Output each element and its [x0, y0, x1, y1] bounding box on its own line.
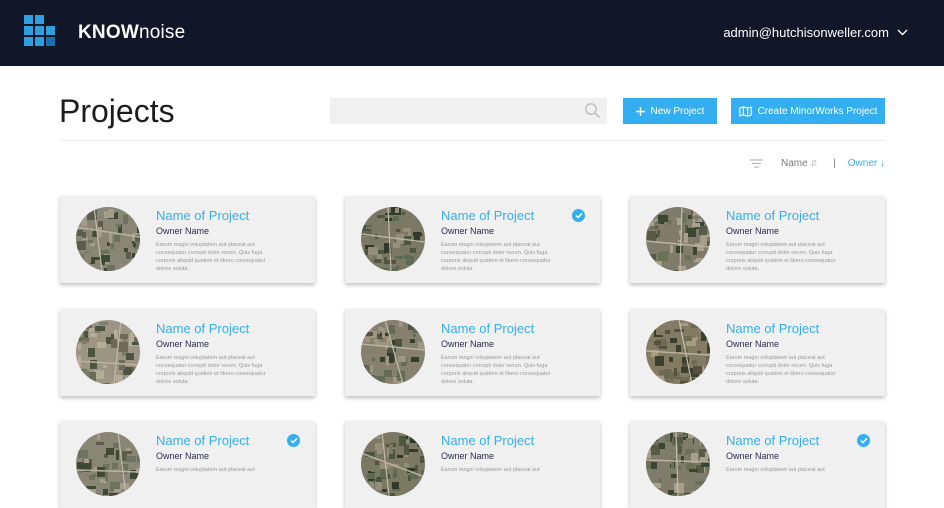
app-brand[interactable]: KNOWnoise — [78, 22, 185, 44]
project-name[interactable]: Name of Project — [156, 433, 249, 448]
project-card[interactable]: Name of Project Owner Name Earum magni vol… — [345, 421, 600, 508]
project-description: Earum magni voluptatem aut placeat aut — [156, 467, 255, 473]
sort-separator: | — [833, 158, 836, 169]
search-box — [330, 98, 607, 124]
project-owner: Owner Name — [156, 451, 210, 461]
project-owner: Owner Name — [156, 339, 210, 349]
project-card[interactable]: Name of Project Owner Name Earum magni vol… — [630, 196, 885, 283]
project-owner: Owner Name — [156, 226, 210, 236]
project-card[interactable]: Name of Project Owner Name Earum magni vol… — [60, 421, 315, 508]
project-owner: Owner Name — [441, 451, 495, 461]
search-input[interactable] — [330, 98, 607, 124]
checkmark-icon[interactable] — [572, 209, 585, 222]
project-name[interactable]: Name of Project — [726, 433, 819, 448]
page-title: Projects — [59, 93, 175, 129]
map-icon — [738, 105, 752, 117]
new-project-button[interactable]: New Project — [623, 98, 717, 124]
project-thumbnail — [646, 320, 710, 384]
sort-owner-arrow-icon: ↓ — [880, 158, 886, 169]
sort-by-name[interactable]: Name ⇵ — [781, 158, 817, 169]
sort-name-arrows-icon: ⇵ — [810, 159, 818, 168]
project-card[interactable]: Name of Project Owner Name Earum magni vol… — [60, 196, 315, 283]
checkmark-icon[interactable] — [857, 434, 870, 447]
filter-lines-icon[interactable] — [750, 159, 763, 168]
user-menu[interactable]: admin@hutchisonweller.com — [723, 25, 908, 40]
sort-by-owner[interactable]: Owner ↓ — [848, 158, 885, 169]
project-name[interactable]: Name of Project — [156, 208, 249, 223]
brand-light-text: noise — [138, 22, 186, 43]
sort-bar: Name ⇵ | Owner ↓ — [750, 158, 885, 169]
plus-icon — [635, 106, 645, 116]
project-thumbnail — [361, 320, 425, 384]
project-thumbnail — [646, 207, 710, 271]
project-card[interactable]: Name of Project Owner Name Earum magni vol… — [630, 309, 885, 396]
project-thumbnail — [646, 432, 710, 496]
grid-logo-icon[interactable] — [24, 15, 56, 47]
sort-name-label: Name — [781, 158, 808, 169]
project-thumbnail — [361, 207, 425, 271]
new-project-label: New Project — [650, 105, 705, 117]
project-thumbnail — [76, 207, 140, 271]
project-name[interactable]: Name of Project — [156, 321, 249, 336]
create-minorworks-project-button[interactable]: Create MinorWorks Project — [731, 98, 885, 124]
minorworks-label: Create MinorWorks Project — [757, 105, 878, 117]
project-card[interactable]: Name of Project Owner Name Earum magni vol… — [60, 309, 315, 396]
project-owner: Owner Name — [726, 451, 780, 461]
project-name[interactable]: Name of Project — [441, 208, 534, 223]
brand-bold-text: KNOW — [78, 22, 139, 43]
chevron-down-icon — [897, 29, 908, 36]
project-thumbnail — [76, 320, 140, 384]
project-card[interactable]: Name of Project Owner Name Earum magni vol… — [345, 309, 600, 396]
project-description: Earum magni voluptatem aut placeat aut — [726, 467, 825, 473]
top-navigation-bar: KNOWnoise admin@hutchisonweller.com — [0, 0, 944, 66]
project-card[interactable]: Name of Project Owner Name Earum magni vol… — [345, 196, 600, 283]
project-owner: Owner Name — [441, 339, 495, 349]
project-name[interactable]: Name of Project — [441, 433, 534, 448]
project-owner: Owner Name — [441, 226, 495, 236]
project-name[interactable]: Name of Project — [726, 208, 819, 223]
project-name[interactable]: Name of Project — [726, 321, 819, 336]
header-divider — [60, 140, 885, 141]
project-description: Earum magni voluptatem aut placeat aut c… — [726, 355, 836, 385]
project-owner: Owner Name — [726, 226, 780, 236]
project-description: Earum magni voluptatem aut placeat aut c… — [156, 242, 266, 272]
project-name[interactable]: Name of Project — [441, 321, 534, 336]
project-description: Earum magni voluptatem aut placeat aut c… — [441, 355, 551, 385]
project-card[interactable]: Name of Project Owner Name Earum magni vol… — [630, 421, 885, 508]
project-description: Earum magni voluptatem aut placeat aut c… — [156, 355, 266, 385]
project-description: Earum magni voluptatem aut placeat aut c… — [441, 242, 551, 272]
project-thumbnail — [361, 432, 425, 496]
project-description: Earum magni voluptatem aut placeat aut c… — [726, 242, 836, 272]
project-description: Earum magni voluptatem aut placeat aut — [441, 467, 540, 473]
project-owner: Owner Name — [726, 339, 780, 349]
checkmark-icon[interactable] — [287, 434, 300, 447]
search-icon[interactable] — [584, 102, 601, 119]
project-thumbnail — [76, 432, 140, 496]
user-email: admin@hutchisonweller.com — [723, 25, 889, 40]
sort-owner-label: Owner — [847, 158, 878, 169]
